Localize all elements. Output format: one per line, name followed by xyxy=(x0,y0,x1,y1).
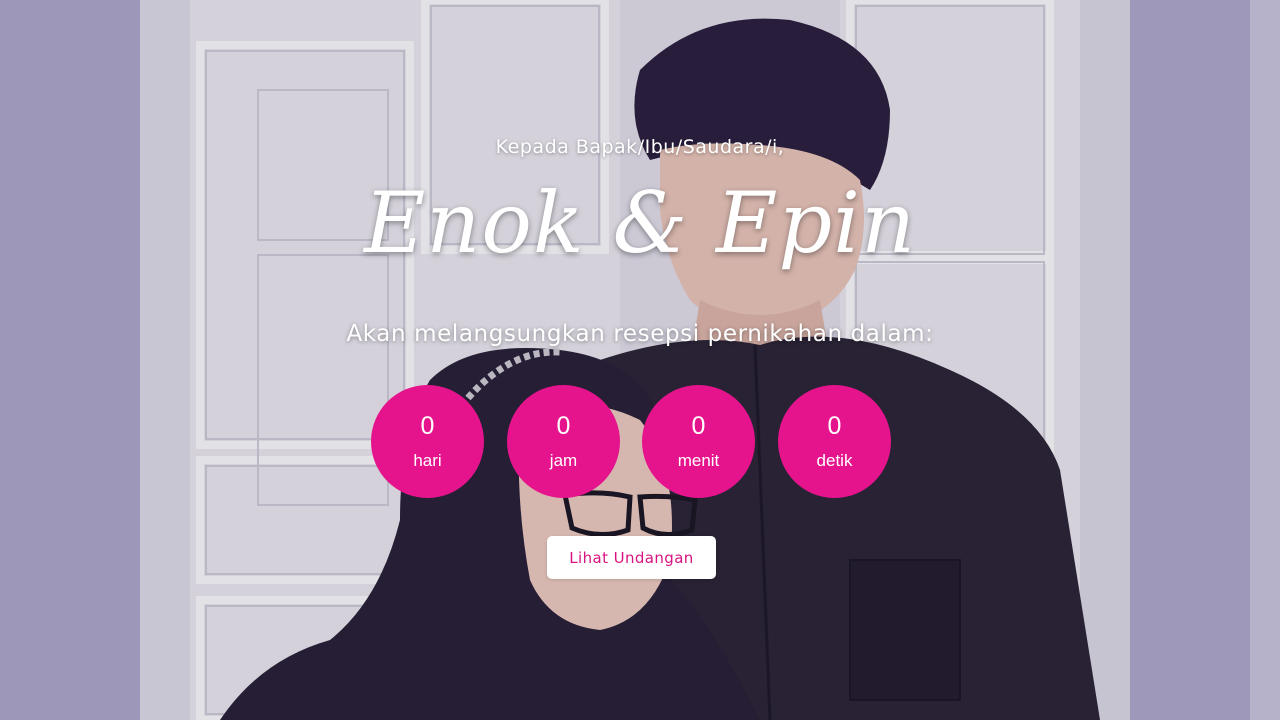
countdown-minutes: 0 menit xyxy=(642,385,755,498)
open-invitation-button[interactable]: Lihat Undangan xyxy=(547,536,716,579)
greeting-text: Kepada Bapak/Ibu/Saudara/i, xyxy=(495,136,785,158)
countdown-timer: 0 hari 0 jam 0 menit 0 detik xyxy=(371,385,911,498)
countdown-days: 0 hari xyxy=(371,385,484,498)
hero-content: Kepada Bapak/Ibu/Saudara/i, Enok & Epin … xyxy=(0,0,1280,720)
countdown-days-value: 0 xyxy=(420,412,435,440)
countdown-hours: 0 jam xyxy=(507,385,620,498)
hero-section: Kepada Bapak/Ibu/Saudara/i, Enok & Epin … xyxy=(0,0,1280,720)
countdown-minutes-label: menit xyxy=(677,451,720,470)
countdown-seconds-value: 0 xyxy=(827,412,842,440)
countdown-hours-label: jam xyxy=(549,451,578,470)
countdown-seconds-label: detik xyxy=(816,451,853,470)
couple-names-title: Enok & Epin xyxy=(363,174,917,272)
announcement-text: Akan melangsungkan resepsi pernikahan da… xyxy=(346,321,934,347)
countdown-minutes-value: 0 xyxy=(691,412,706,440)
countdown-hours-value: 0 xyxy=(556,412,571,440)
countdown-seconds: 0 detik xyxy=(778,385,891,498)
countdown-days-label: hari xyxy=(413,451,442,470)
